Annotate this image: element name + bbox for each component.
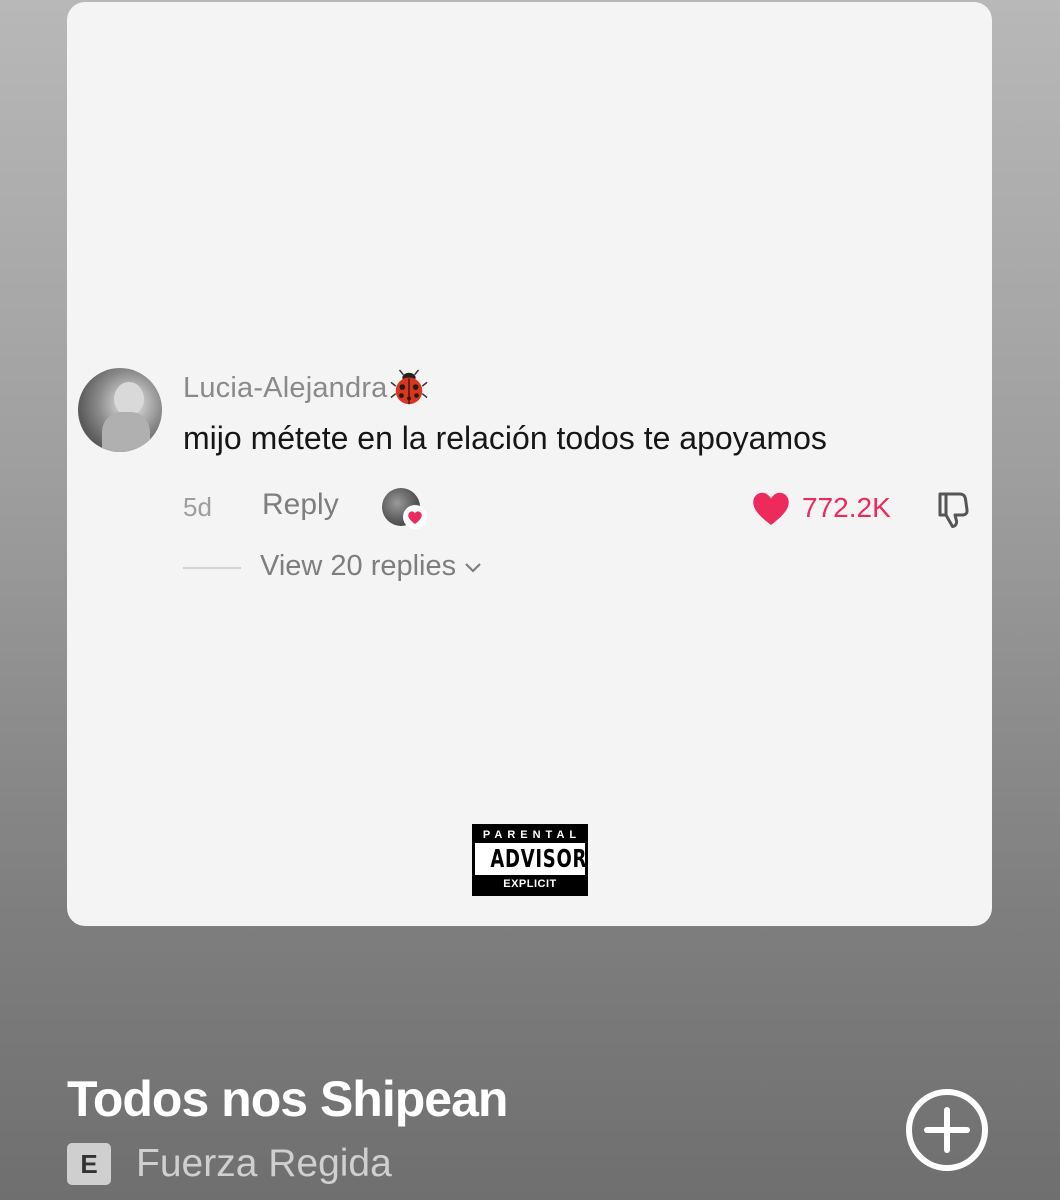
plus-circle-icon[interactable] <box>905 1088 989 1172</box>
comment-time: 5d <box>183 492 212 522</box>
advisory-bottom-text: EXPLICIT CONTENT <box>475 875 585 893</box>
avatar-body <box>102 412 150 452</box>
comment-username[interactable]: Lucia-Alejandra <box>183 372 388 405</box>
creator-liked-badge <box>382 486 430 530</box>
view-replies-button[interactable]: View 20 replies <box>260 550 484 583</box>
heart-icon[interactable] <box>750 488 792 528</box>
comment-username-row: Lucia-Alejandra <box>183 368 428 408</box>
chevron-down-icon <box>465 562 481 573</box>
album-cover <box>67 2 992 926</box>
advisory-middle-text: ADVISORY <box>490 844 587 873</box>
like-count: 772.2K <box>802 492 891 523</box>
artist-row: E Fuerza Regida <box>67 1142 392 1186</box>
comment-text: mijo métete en la relación todos te apoy… <box>183 420 827 456</box>
artist-name[interactable]: Fuerza Regida <box>136 1142 392 1186</box>
commenter-avatar[interactable] <box>78 368 162 452</box>
avatar-face <box>114 382 144 416</box>
explicit-badge: E <box>67 1143 111 1185</box>
ladybug-icon <box>389 369 428 405</box>
replies-divider <box>183 567 241 569</box>
heart-icon <box>403 505 427 529</box>
advisory-top-text: PARENTAL <box>475 827 585 843</box>
thumbs-down-icon[interactable] <box>932 488 974 530</box>
parental-advisory-label: PARENTAL ADVISORY EXPLICIT CONTENT <box>472 824 588 896</box>
track-title[interactable]: Todos nos Shipean <box>67 1070 508 1128</box>
reply-button[interactable]: Reply <box>262 488 339 522</box>
view-replies-label: View 20 replies <box>260 550 457 582</box>
like-control[interactable]: 772.2K <box>750 488 891 528</box>
